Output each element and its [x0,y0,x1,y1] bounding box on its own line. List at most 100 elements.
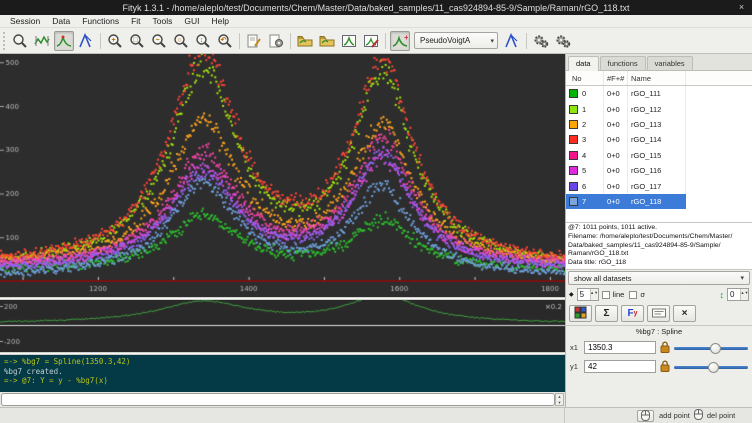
sum-datasets-button[interactable]: Σ [595,305,618,322]
table-row[interactable]: 4 0+0 rGO_115 [566,148,752,163]
mouse-hint-area: add point del point [565,408,752,423]
status-bar-left [0,408,565,423]
zoom-all-icon[interactable]: ○ [171,31,191,51]
load-data-custom-icon[interactable] [317,31,337,51]
table-row[interactable]: 0 0+0 rGO_111 [566,86,752,101]
zoom-undo-icon[interactable]: ↶ [215,31,235,51]
close-icon[interactable]: × [735,1,748,14]
dataset-color-swatch[interactable] [569,197,578,206]
dataset-no: 6 [582,182,586,191]
save-session-icon[interactable] [339,31,359,51]
table-row[interactable]: 1 0+0 rGO_112 [566,101,752,116]
dataset-color-swatch[interactable] [569,135,578,144]
transform-data-button[interactable] [647,305,670,322]
col-f: #F+# [604,71,628,85]
run-script-icon[interactable] [266,31,286,51]
table-row[interactable]: 3 0+0 rGO_114 [566,132,752,147]
dataset-color-swatch[interactable] [569,151,578,160]
zoom-prev-icon[interactable]: □ [127,31,147,51]
add-peak-mode-icon[interactable] [54,31,74,51]
menu-fit[interactable]: Fit [125,16,146,26]
zoom-vert-icon[interactable]: ↕ [193,31,213,51]
del-point-hint: del point [707,411,735,420]
toolbar-separator [290,33,291,49]
load-data-icon[interactable] [295,31,315,51]
menu-help[interactable]: Help [206,16,235,26]
dataset-filter-combo[interactable]: show all datasets ▾ [568,271,750,285]
shift-value: 0 [728,289,740,300]
lock-icon[interactable] [660,360,670,374]
svg-text:+: + [111,37,115,44]
dataset-color-swatch[interactable] [569,89,578,98]
dataset-color-swatch[interactable] [569,182,578,191]
menu-data[interactable]: Data [46,16,76,26]
spinner-arrows-icon[interactable]: ▲▼ [590,289,598,300]
dataset-no: 4 [582,151,586,160]
function-type-combo[interactable]: PseudoVoigtA▾ [414,32,498,49]
svg-text:↕: ↕ [200,37,204,44]
tab-variables[interactable]: variables [647,56,693,70]
toolbar-gripper [3,32,7,50]
menu-gui[interactable]: GUI [178,16,205,26]
data-range-mode-icon[interactable] [32,31,52,51]
sidebar: datafunctionsvariables No #F+# Name 0 0+… [565,54,752,407]
table-header: No #F+# Name [566,71,752,86]
tab-data[interactable]: data [568,56,599,71]
edit-script-icon[interactable] [244,31,264,51]
table-row[interactable]: 7 0+0 rGO_118 [566,194,752,209]
dataset-no: 1 [582,105,586,114]
param-y1-input[interactable] [584,360,656,373]
aux-plot-canvas[interactable] [0,300,565,352]
sigma-checkbox[interactable] [629,291,637,299]
menu-functions[interactable]: Functions [76,16,125,26]
param-label: x1 [570,343,580,352]
spinner-arrows-icon[interactable]: ▲▼ [740,289,748,300]
dataset-color-swatch[interactable] [569,105,578,114]
fit-method-icon[interactable] [553,31,573,51]
dataset-color-swatch[interactable] [569,166,578,175]
point-size-stepper[interactable]: 5 ▲▼ [577,288,599,301]
info-line: Data/baked_samples/11_cas924894-85-9/Sam… [568,242,750,251]
function-type-value: PseudoVoigtA [420,36,470,45]
toolbar-separator [100,33,101,49]
tab-functions[interactable]: functions [600,56,646,70]
run-fit-icon[interactable] [531,31,551,51]
menu-tools[interactable]: Tools [147,16,179,26]
save-image-icon[interactable] [361,31,381,51]
line-checkbox[interactable] [602,291,610,299]
sidebar-tabs: datafunctionsvariables [566,54,752,71]
main-content: =-> %bg7 = Spline(1350.3,42)%bg7 created… [0,54,752,407]
dataset-colors-button[interactable] [569,305,592,322]
chevron-down-icon: ▾ [740,274,744,282]
table-row[interactable]: 2 0+0 rGO_113 [566,117,752,132]
zoom-in-icon[interactable]: + [105,31,125,51]
panel-divider [566,325,752,326]
table-row[interactable]: 5 0+0 rGO_116 [566,163,752,178]
toolbar-separator [385,33,386,49]
lock-icon[interactable] [660,341,670,355]
mouse-config-button[interactable] [637,410,654,422]
drag-peak-mode-icon[interactable] [76,31,96,51]
output-console: =-> %bg7 = Spline(1350.3,42)%bg7 created… [0,355,565,392]
console-command-line: =-> @7: Y = y - %bg7(x) [4,376,561,386]
zoom-out-icon[interactable]: − [149,31,169,51]
param-x1-input[interactable] [584,341,656,354]
auto-add-peak-icon[interactable]: + [390,31,410,51]
table-row[interactable]: 6 0+0 rGO_117 [566,178,752,193]
info-line: Filename: /home/aleplo/test/Documents/Ch… [568,233,750,242]
dataset-color-swatch[interactable] [569,120,578,129]
shift-stepper[interactable]: 0 ▲▼ [727,288,749,301]
console-command-line: =-> %bg7 = Spline(1350.3,42) [4,357,561,367]
param-x1-slider[interactable] [674,342,748,354]
main-plot-canvas[interactable] [0,54,565,297]
param-y1-slider[interactable] [674,361,748,373]
menu-session[interactable]: Session [4,16,46,26]
delete-dataset-button[interactable]: × [673,305,696,322]
define-function-icon[interactable] [502,31,522,51]
svg-text:−: − [155,37,159,44]
command-input[interactable] [1,393,555,406]
zoom-mode-icon[interactable] [10,31,30,51]
command-history-spinner[interactable]: ▲▼ [555,393,564,406]
copy-to-function-button[interactable]: Fy [621,305,644,322]
dataset-fcount: 0+0 [604,194,628,209]
